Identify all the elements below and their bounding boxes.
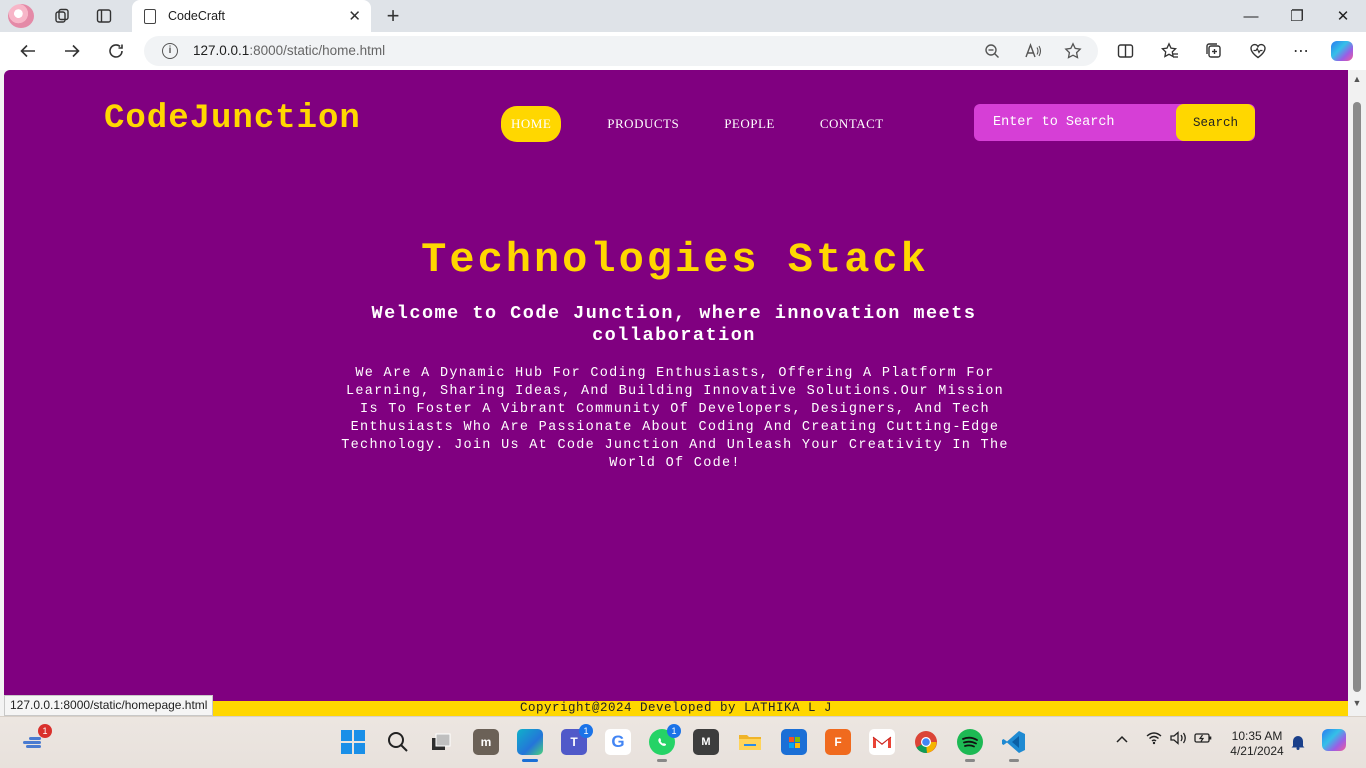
wifi-icon[interactable] (1146, 731, 1162, 748)
gmail-icon[interactable] (869, 729, 895, 755)
tab-actions-icon[interactable] (90, 4, 118, 28)
running-app-indicator (1009, 759, 1019, 762)
page-icon (144, 8, 156, 24)
clock-time: 10:35 AM (1231, 729, 1283, 743)
system-clock[interactable]: 10:35 AM 4/21/2024 (1222, 729, 1292, 759)
site-logo[interactable]: CodeJunction (104, 100, 361, 138)
nav-home-link[interactable]: HOME (501, 106, 562, 142)
search-box: Search (974, 104, 1255, 141)
search-button[interactable]: Search (1176, 104, 1255, 141)
close-window-button[interactable]: ✕ (1320, 0, 1366, 32)
tab-bar: CodeCraft ✕ + — ❐ ✕ (0, 0, 1366, 32)
nav-people-link[interactable]: PEOPLE (724, 116, 775, 132)
windows-logo-icon (341, 730, 365, 754)
file-explorer-icon[interactable] (737, 729, 763, 755)
tab-title: CodeCraft (168, 9, 225, 23)
read-aloud-icon[interactable] (1022, 41, 1044, 61)
show-hidden-icons[interactable] (1115, 731, 1129, 747)
edge-browser-icon[interactable] (517, 729, 543, 762)
zoom-out-icon[interactable] (981, 41, 1003, 61)
collections-icon[interactable] (1202, 40, 1226, 62)
start-button[interactable] (340, 729, 366, 755)
active-app-indicator (522, 759, 538, 762)
page-scrollbar[interactable]: ▲ ▼ (1348, 70, 1366, 716)
url-field[interactable]: i 127.0.0.1:8000/static/home.html (144, 36, 1098, 66)
tab-close-icon[interactable]: ✕ (348, 7, 361, 25)
maximize-button[interactable]: ❐ (1274, 0, 1320, 32)
main-nav: HOME PRODUCTS PEOPLE CONTACT (501, 106, 929, 142)
chrome-icon[interactable] (913, 729, 939, 755)
vscode-icon[interactable] (1001, 729, 1027, 762)
copilot-preview-icon[interactable] (1322, 729, 1346, 751)
page-viewport: CodeJunction HOME PRODUCTS PEOPLE CONTAC… (4, 70, 1348, 716)
battery-icon[interactable] (1194, 731, 1212, 748)
back-arrow-icon (20, 44, 35, 58)
hero-subtitle: Welcome to Code Junction, where innovati… (371, 303, 977, 346)
scrollbar-thumb[interactable] (1353, 102, 1361, 692)
favorites-icon[interactable] (1158, 40, 1182, 62)
whatsapp-badge: 1 (667, 724, 681, 738)
f-app-icon[interactable]: F (825, 729, 851, 755)
more-menu-icon[interactable]: ⋯ (1289, 40, 1313, 62)
favorite-star-icon[interactable] (1062, 41, 1084, 61)
spotify-icon[interactable] (957, 729, 983, 762)
app-icon-dark[interactable]: M (693, 729, 719, 755)
back-button[interactable] (13, 38, 43, 64)
profile-avatar[interactable] (8, 4, 34, 28)
refresh-button[interactable] (101, 38, 131, 64)
running-app-indicator (657, 759, 667, 762)
taskbar: 1 m T 1 G 1 M F 10:35 AM 4/21/2024 (0, 716, 1366, 768)
scroll-down-icon[interactable]: ▼ (1351, 698, 1363, 710)
nav-contact-link[interactable]: CONTACT (820, 116, 884, 132)
minimize-button[interactable]: — (1228, 0, 1274, 32)
clock-date: 4/21/2024 (1230, 744, 1284, 758)
scroll-up-icon[interactable]: ▲ (1351, 74, 1363, 86)
forward-arrow-icon (65, 44, 80, 58)
new-tab-button[interactable]: + (380, 3, 406, 28)
nav-products-link[interactable]: PRODUCTS (607, 116, 679, 132)
app-icon-brown[interactable]: m (473, 729, 499, 755)
browser-essentials-icon[interactable] (1246, 40, 1270, 62)
teams-icon[interactable]: T 1 (561, 724, 593, 755)
google-icon[interactable]: G (605, 729, 631, 755)
hero-description: We Are A Dynamic Hub For Coding Enthusia… (341, 366, 1009, 471)
tab-active[interactable]: CodeCraft ✕ (132, 0, 371, 32)
address-bar: i 127.0.0.1:8000/static/home.html ⋯ (0, 32, 1366, 70)
widgets-icon[interactable]: 1 (20, 724, 52, 755)
task-view-icon[interactable] (428, 729, 454, 755)
copilot-icon[interactable] (1331, 41, 1353, 61)
taskbar-search-icon[interactable] (385, 729, 411, 755)
notification-bell-icon[interactable] (1290, 734, 1306, 753)
teams-badge: 1 (579, 724, 593, 738)
site-info-icon[interactable]: i (162, 43, 178, 59)
microsoft-store-icon[interactable] (781, 729, 807, 755)
volume-icon[interactable] (1170, 731, 1188, 748)
whatsapp-icon[interactable]: 1 (649, 724, 681, 762)
forward-button[interactable] (57, 38, 87, 64)
widgets-badge: 1 (38, 724, 52, 738)
status-bar-url: 127.0.0.1:8000/static/homepage.html (4, 695, 214, 716)
workspaces-icon[interactable] (48, 4, 76, 28)
hero-title: Technologies Stack (421, 236, 929, 284)
running-app-indicator (965, 759, 975, 762)
refresh-icon (109, 44, 123, 58)
search-input[interactable] (974, 104, 1176, 141)
split-screen-icon[interactable] (1113, 40, 1137, 62)
url-text[interactable]: 127.0.0.1:8000/static/home.html (193, 43, 385, 58)
